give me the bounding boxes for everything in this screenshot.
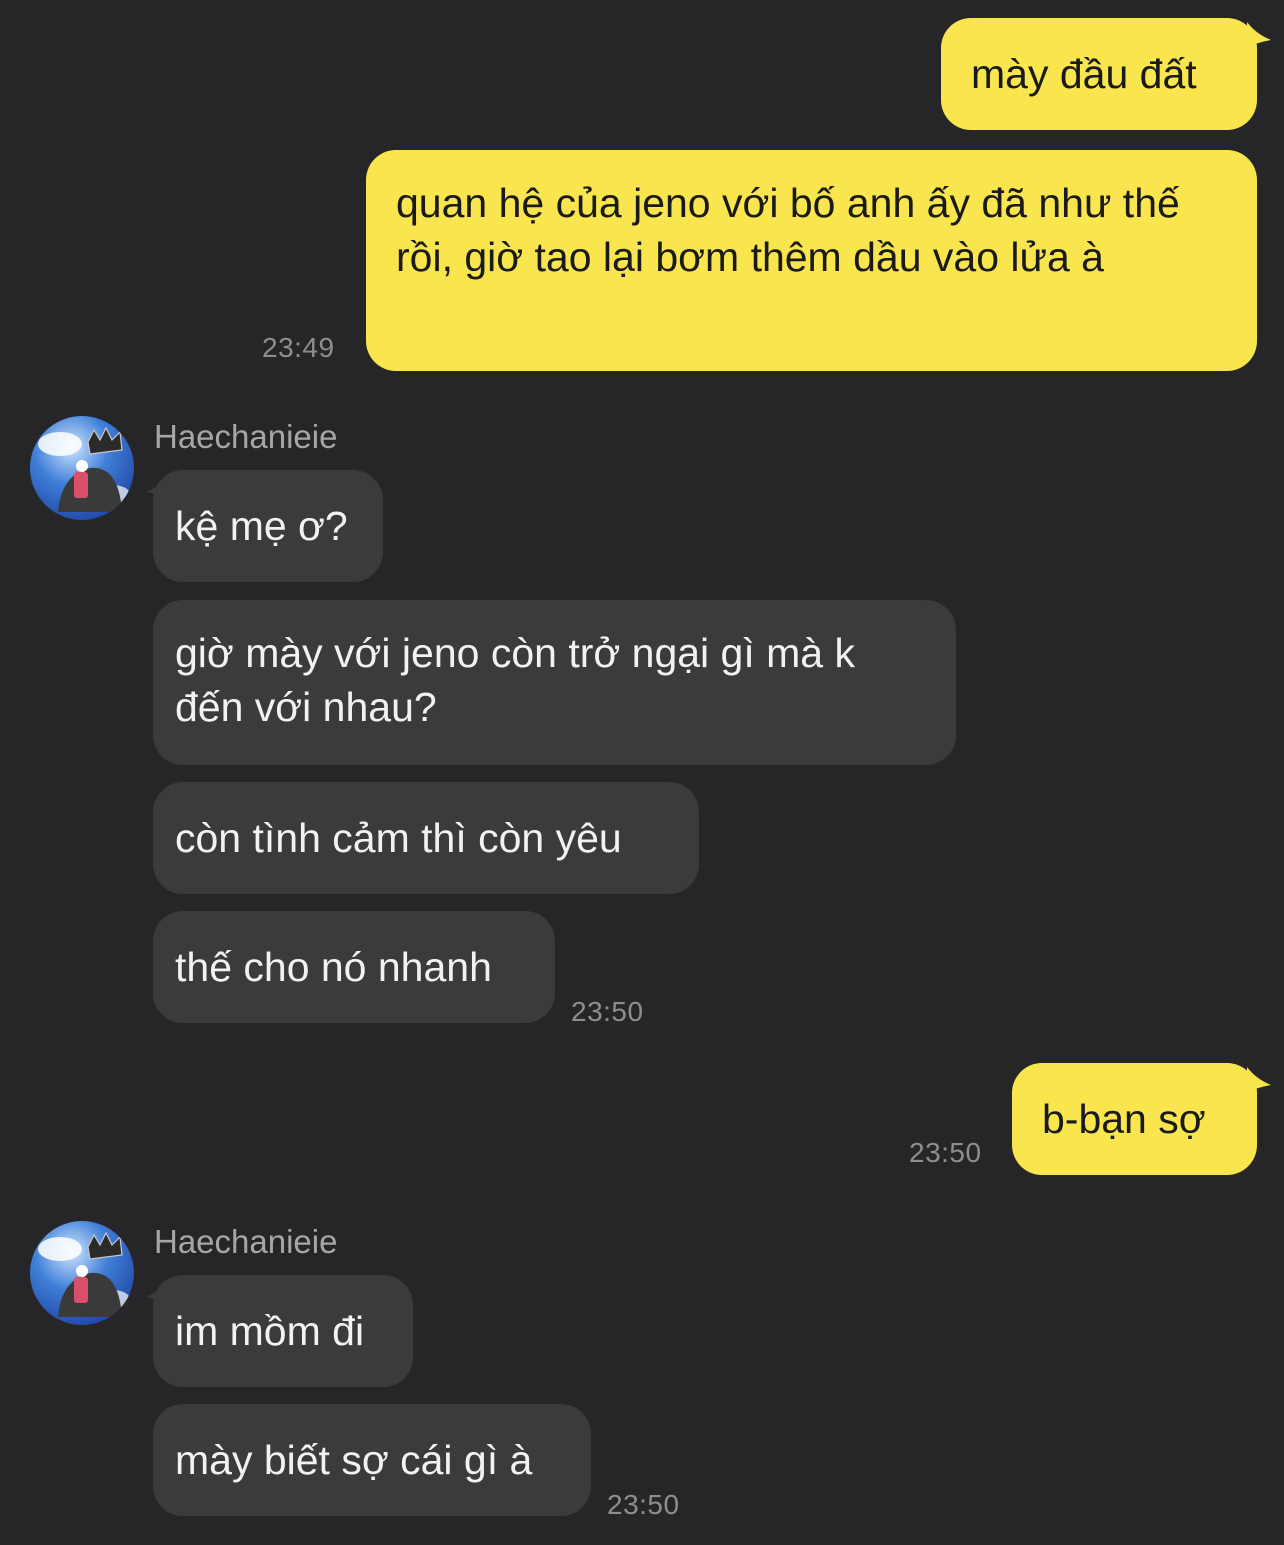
message-text: im mồm đi [175, 1308, 365, 1354]
message-bubble-incoming[interactable]: giờ mày với jeno còn trở ngại gì mà k đế… [153, 600, 956, 765]
message-text: thế cho nó nhanh [175, 944, 492, 990]
message-bubble-incoming[interactable]: im mồm đi [153, 1275, 413, 1387]
contact-avatar[interactable] [30, 1221, 134, 1325]
message-bubble-outgoing[interactable]: mày đầu đất [941, 18, 1257, 130]
message-bubble-incoming[interactable]: còn tình cảm thì còn yêu [153, 782, 699, 894]
message-text: kệ mẹ ơ? [175, 503, 348, 549]
message-bubble-outgoing[interactable]: b-bạn sợ [1012, 1063, 1257, 1175]
sender-name: Haechanieie [154, 418, 338, 455]
message-bubble-incoming[interactable]: mày biết sợ cái gì à [153, 1404, 591, 1516]
message-text: quan hệ của jeno với bố anh ấy đã như th… [396, 180, 1192, 280]
sender-name: Haechanieie [154, 1223, 338, 1260]
message-text: mày đầu đất [971, 51, 1197, 97]
avatar-photo-icon [30, 1221, 134, 1325]
bubble-tail-icon [1247, 22, 1271, 48]
message-text: giờ mày với jeno còn trở ngại gì mà k đế… [175, 630, 867, 730]
bubble-tail-icon [1247, 1067, 1271, 1093]
message-timestamp: 23:49 [262, 332, 335, 363]
contact-avatar[interactable] [30, 416, 134, 520]
message-timestamp: 23:50 [909, 1137, 982, 1168]
message-bubble-outgoing[interactable]: quan hệ của jeno với bố anh ấy đã như th… [366, 150, 1257, 371]
avatar-photo-icon [30, 416, 134, 520]
message-bubble-incoming[interactable]: kệ mẹ ơ? [153, 470, 383, 582]
message-text: mày biết sợ cái gì à [175, 1437, 533, 1483]
message-text: b-bạn sợ [1042, 1096, 1206, 1142]
message-timestamp: 23:50 [571, 996, 644, 1027]
message-bubble-incoming[interactable]: thế cho nó nhanh [153, 911, 555, 1023]
message-text: còn tình cảm thì còn yêu [175, 815, 622, 861]
message-timestamp: 23:50 [607, 1489, 680, 1520]
